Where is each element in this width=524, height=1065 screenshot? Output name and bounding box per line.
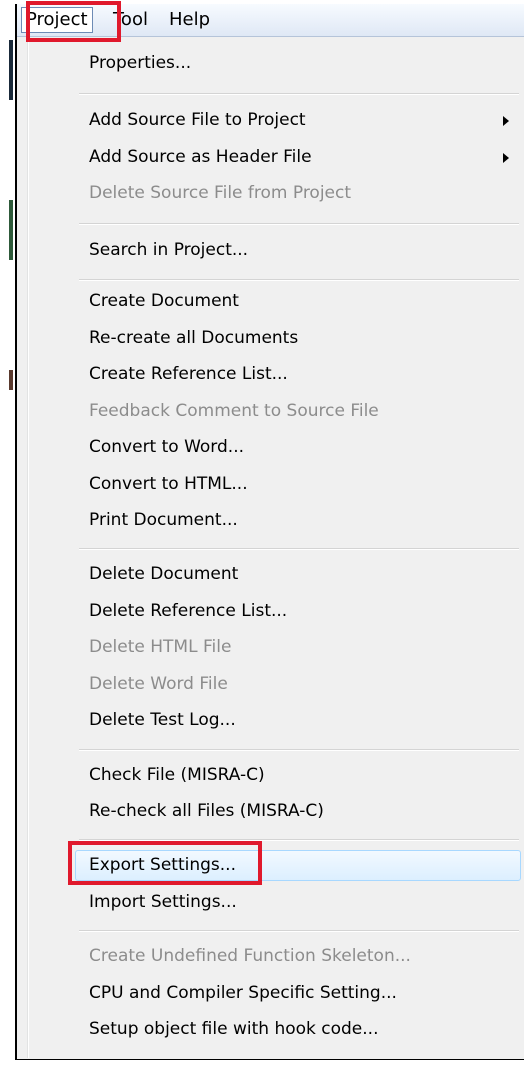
menu-item-label: Delete HTML File	[89, 637, 232, 657]
menu-item-label: Feedback Comment to Source File	[89, 401, 379, 421]
background-window-mark	[9, 370, 13, 390]
menu-item-recheck-all-files-misra[interactable]: Re-check all Files (MISRA-C)	[17, 795, 524, 828]
menu-item-label: Delete Reference List...	[89, 601, 288, 621]
menu-item-label: Properties...	[89, 53, 192, 73]
menu-bar: Project Tool Help	[17, 4, 524, 37]
menu-item-label: Convert to Word...	[89, 437, 245, 457]
menu-item-label: Add Source as Header File	[89, 147, 312, 167]
menu-item-export-settings[interactable]: Export Settings...	[17, 849, 524, 882]
menu-item-convert-to-html[interactable]: Convert to HTML...	[17, 468, 524, 501]
submenu-arrow-icon	[503, 153, 509, 163]
background-window-mark	[9, 40, 13, 100]
menu-help[interactable]: Help	[165, 8, 214, 32]
menu-item-print-document[interactable]: Print Document...	[17, 504, 524, 537]
menu-item-label: Delete Test Log...	[89, 710, 236, 730]
menu-item-cpu-compiler-setting[interactable]: CPU and Compiler Specific Setting...	[17, 977, 524, 1010]
menu-item-add-source-header[interactable]: Add Source as Header File	[17, 141, 524, 174]
menu-separator	[79, 749, 519, 751]
menu-item-create-undefined-function-skeleton: Create Undefined Function Skeleton...	[17, 940, 524, 973]
menu-item-label: Check File (MISRA-C)	[89, 765, 265, 785]
menu-project[interactable]: Project	[21, 7, 93, 33]
submenu-arrow-icon	[503, 116, 509, 126]
menu-item-add-source-file[interactable]: Add Source File to Project	[17, 104, 524, 137]
menu-item-label: Re-check all Files (MISRA-C)	[89, 801, 324, 821]
menu-separator	[79, 279, 519, 281]
menu-item-import-settings[interactable]: Import Settings...	[17, 886, 524, 919]
project-menu-window: Project Tool Help Properties... Add Sour…	[15, 4, 524, 1060]
menu-item-label: Delete Word File	[89, 674, 228, 694]
menu-item-delete-source-file: Delete Source File from Project	[17, 177, 524, 210]
menu-item-label: Convert to HTML...	[89, 474, 248, 494]
menu-item-label: Create Reference List...	[89, 364, 288, 384]
menu-item-label: Delete Document	[89, 564, 239, 584]
menu-item-label: Print Document...	[89, 510, 238, 530]
menu-item-delete-document[interactable]: Delete Document	[17, 558, 524, 591]
menu-item-convert-to-word[interactable]: Convert to Word...	[17, 431, 524, 464]
background-window-edge	[0, 0, 15, 1065]
menu-tool[interactable]: Tool	[109, 8, 152, 32]
menu-item-delete-reference-list[interactable]: Delete Reference List...	[17, 595, 524, 628]
menu-item-setup-object-hook[interactable]: Setup object file with hook code...	[17, 1013, 524, 1046]
menu-item-label: Create Document	[89, 291, 239, 311]
menu-item-delete-test-log[interactable]: Delete Test Log...	[17, 704, 524, 737]
menu-item-feedback-comment: Feedback Comment to Source File	[17, 395, 524, 428]
menu-item-label: Delete Source File from Project	[89, 183, 352, 203]
menu-item-label: CPU and Compiler Specific Setting...	[89, 983, 397, 1003]
menu-item-label: Create Undefined Function Skeleton...	[89, 946, 411, 966]
menu-item-label: Export Settings...	[89, 855, 236, 875]
menu-item-create-reference-list[interactable]: Create Reference List...	[17, 358, 524, 391]
menu-separator	[79, 548, 519, 550]
background-window-mark	[9, 200, 13, 260]
menu-item-label: Setup object file with hook code...	[89, 1019, 379, 1039]
menu-item-delete-html-file: Delete HTML File	[17, 631, 524, 664]
menu-item-label: Import Settings...	[89, 892, 237, 912]
menu-item-label: Re-create all Documents	[89, 328, 299, 348]
menu-item-create-document[interactable]: Create Document	[17, 285, 524, 318]
menu-item-delete-word-file: Delete Word File	[17, 668, 524, 701]
menu-separator	[79, 93, 519, 95]
menu-separator	[79, 839, 519, 841]
menu-item-properties[interactable]: Properties...	[17, 47, 524, 80]
menu-item-label: Add Source File to Project	[89, 110, 306, 130]
project-dropdown-menu: Properties... Add Source File to Project…	[17, 37, 524, 1058]
menu-separator	[79, 223, 519, 225]
menu-item-recreate-all-documents[interactable]: Re-create all Documents	[17, 322, 524, 355]
menu-item-label: Search in Project...	[89, 240, 249, 260]
menu-item-search-in-project[interactable]: Search in Project...	[17, 234, 524, 267]
menu-separator	[79, 930, 519, 932]
menu-item-check-file-misra[interactable]: Check File (MISRA-C)	[17, 759, 524, 792]
